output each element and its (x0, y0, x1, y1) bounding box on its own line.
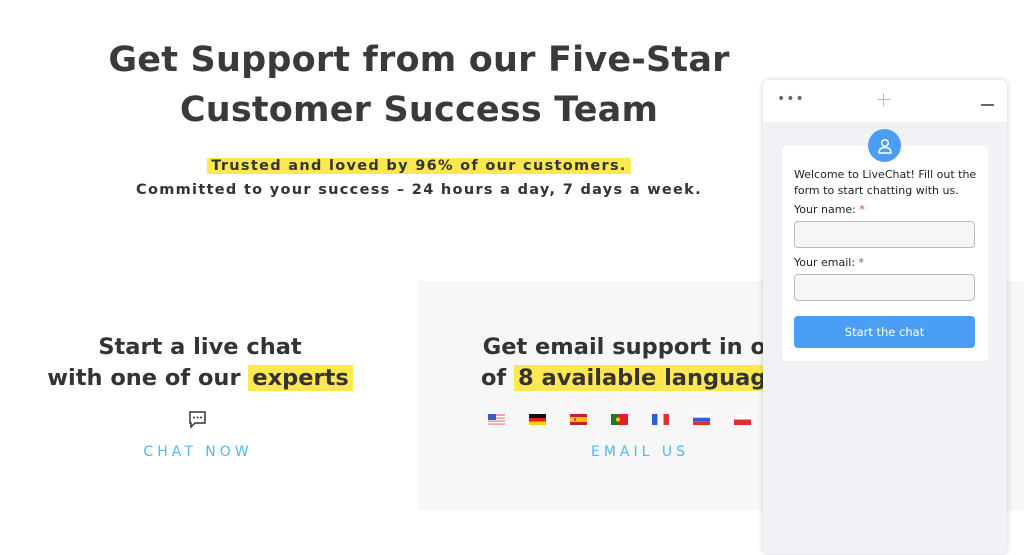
chat-bubble-icon[interactable] (188, 411, 207, 429)
flag-fr-icon[interactable] (652, 414, 669, 425)
flag-ru-icon[interactable] (693, 414, 710, 425)
chat-title-prefix: with one of our (47, 365, 249, 391)
user-icon (877, 138, 892, 154)
avatar (868, 129, 901, 162)
flag-pl-icon[interactable] (734, 414, 751, 425)
name-label-text: Your name: (794, 203, 856, 216)
email-label: Your email: * (794, 255, 864, 271)
hero-title-line2: Customer Success Team (179, 90, 659, 130)
hero-subtitle: Committed to your success – 24 hours a d… (136, 182, 702, 198)
hero-title-line1: Get Support from our Five-Star (108, 40, 730, 80)
chat-section-title: Start a live chat with one of our expert… (0, 332, 400, 394)
name-input[interactable] (794, 221, 975, 248)
widget-header: ••• (763, 80, 1007, 122)
email-title-prefix: of (480, 365, 515, 391)
chat-title-highlight: experts (248, 365, 353, 391)
livechat-widget: ••• Welcome to LiveChat! Fill out the fo… (763, 80, 1007, 554)
email-input[interactable] (794, 274, 975, 301)
chat-title-line1: Start a live chat (98, 334, 302, 360)
welcome-message: Welcome to LiveChat! Fill out the form t… (794, 168, 977, 197)
drag-move-icon[interactable] (877, 93, 890, 106)
chat-now-link[interactable]: CHAT NOW (0, 444, 396, 460)
prechat-form: Welcome to LiveChat! Fill out the form t… (782, 146, 988, 361)
flag-pt-icon[interactable] (611, 414, 628, 425)
more-options-icon[interactable]: ••• (777, 91, 805, 107)
start-chat-button[interactable]: Start the chat (794, 316, 975, 348)
name-label: Your name: * (794, 202, 865, 218)
email-title-highlight: 8 available languages (514, 365, 800, 391)
required-mark: * (858, 256, 865, 269)
flag-us-icon[interactable] (488, 414, 505, 425)
minimize-icon[interactable] (981, 104, 994, 106)
required-mark: * (859, 203, 865, 216)
flag-es-icon[interactable] (570, 414, 587, 425)
flag-de-icon[interactable] (529, 414, 546, 425)
hero-highlight: Trusted and loved by 96% of our customer… (207, 158, 631, 174)
email-label-text: Your email: (794, 256, 856, 269)
